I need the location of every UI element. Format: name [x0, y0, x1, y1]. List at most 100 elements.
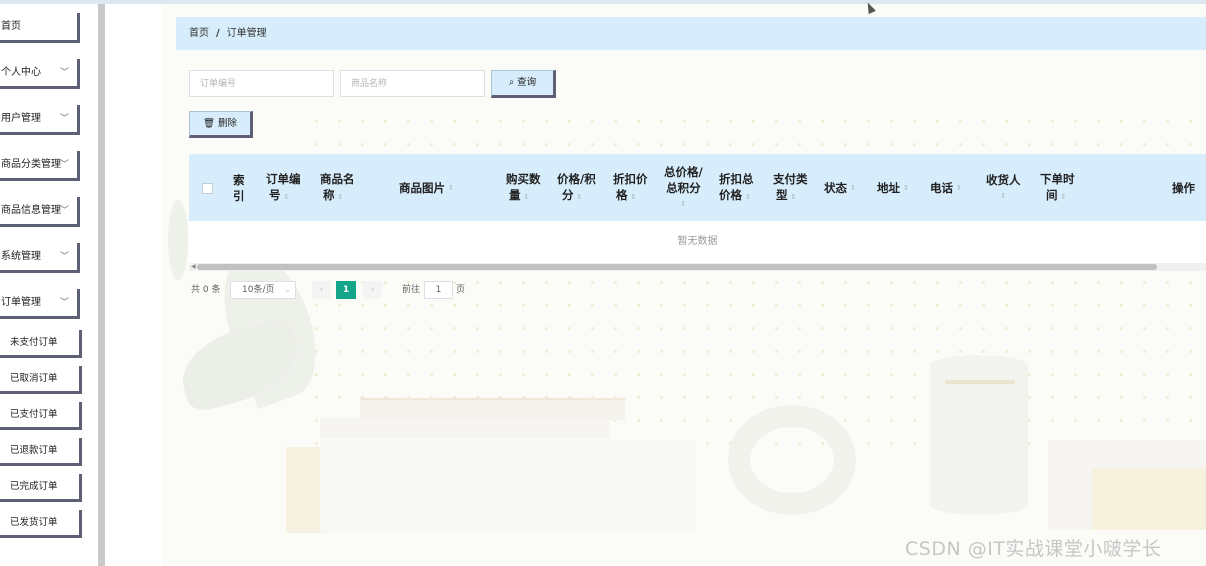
column-header-text: 购买数 — [506, 171, 541, 186]
breadcrumb: 首页 / 订单管理 — [176, 17, 1206, 50]
column-header-text: 总价格/ — [664, 164, 703, 179]
sidebar-subitem-paid-orders[interactable]: 已支付订单 — [0, 402, 82, 430]
sort-icon[interactable]: ⇕ — [903, 180, 909, 196]
column-header-text: 号 — [269, 187, 281, 202]
sort-icon[interactable]: ⇕ — [956, 180, 962, 196]
column-header-actions: 操作 — [1172, 154, 1195, 221]
sidebar-item-label: 系统管理 — [1, 251, 41, 262]
product-name-input[interactable] — [340, 70, 485, 97]
column-header-text: 索 — [233, 172, 245, 187]
column-header-phone[interactable]: 电话 ⇕ — [930, 154, 962, 221]
breadcrumb-home-link[interactable]: 首页 — [189, 17, 209, 50]
sort-icon[interactable]: ⇕ — [791, 193, 797, 201]
breadcrumb-separator: / — [216, 28, 220, 39]
column-header-text: 称 — [323, 187, 335, 202]
sidebar-subitem-label: 未支付订单 — [10, 337, 58, 348]
sidebar-item-label: 商品分类管理 — [1, 159, 61, 170]
column-header-order-number[interactable]: 订单编号 ⇕ — [266, 154, 301, 221]
sidebar-item-category-management[interactable]: 商品分类管理 ﹀ — [0, 151, 80, 181]
sort-icon[interactable]: ⇕ — [986, 188, 1021, 204]
sidebar-item-label: 首页 — [1, 21, 21, 32]
sidebar-scrollbar[interactable] — [98, 4, 105, 566]
goto-page-input[interactable]: 1 — [424, 281, 453, 299]
sidebar-subitem-label: 已退款订单 — [10, 445, 58, 456]
column-header-product-name[interactable]: 商品名称 ⇕ — [320, 154, 355, 221]
sort-icon[interactable]: ⇕ — [284, 193, 290, 201]
column-header-text: 折扣总 — [719, 171, 754, 186]
next-page-button[interactable]: › — [363, 281, 382, 299]
select-all-checkbox[interactable] — [202, 183, 213, 194]
column-header-text: 折扣价 — [613, 171, 648, 186]
decor-slab — [320, 418, 610, 438]
column-header-text: 量 — [509, 187, 521, 202]
sidebar-item-home[interactable]: 首页 — [0, 13, 80, 43]
sidebar-subitem-label: 已发货订单 — [10, 517, 58, 528]
sidebar-subitem-completed-orders[interactable]: 已完成订单 — [0, 474, 82, 502]
sidebar-item-label: 商品信息管理 — [1, 205, 61, 216]
sort-icon[interactable]: ⇕ — [1061, 193, 1067, 201]
sidebar-subitem-shipped-orders[interactable]: 已发货订单 — [0, 510, 82, 538]
decor-cylinder-rim — [945, 380, 1015, 384]
query-button[interactable]: ⌕ 查询 — [491, 70, 556, 98]
chevron-down-icon: ﹀ — [59, 114, 69, 124]
chevron-down-icon: ﹀ — [59, 160, 69, 170]
column-header-status[interactable]: 状态 ⇕ — [824, 154, 856, 221]
column-header-total-price[interactable]: 总价格/总积分 ⇕ — [664, 154, 703, 221]
sidebar-item-personal-center[interactable]: 个人中心 ﹀ — [0, 59, 80, 89]
sort-icon[interactable]: ⇕ — [745, 193, 751, 201]
decor-pot — [286, 447, 324, 533]
sidebar-item-product-management[interactable]: 商品信息管理 ﹀ — [0, 197, 80, 227]
search-icon: ⌕ — [508, 77, 515, 88]
column-header-product-image[interactable]: 商品图片 ⇕ — [399, 154, 454, 221]
column-header-text: 支付类 — [773, 171, 808, 186]
column-header-text: 引 — [233, 188, 245, 203]
sidebar-item-user-management[interactable]: 用户管理 ﹀ — [0, 105, 80, 135]
sidebar-subitem-refunded-orders[interactable]: 已退款订单 — [0, 438, 82, 466]
chevron-down-icon: ﹀ — [59, 68, 69, 78]
column-header-text: 型 — [776, 187, 788, 202]
sort-icon[interactable]: ⇕ — [577, 193, 583, 201]
sort-icon[interactable]: ⇕ — [524, 193, 530, 201]
column-header-index: 索引 — [233, 154, 245, 221]
delete-button-label: 删除 — [218, 118, 238, 129]
goto-label: 前往 — [402, 285, 421, 295]
sidebar-subitem-label: 已完成订单 — [10, 481, 58, 492]
column-header-discount-total[interactable]: 折扣总 价格 ⇕ — [719, 154, 754, 221]
page-size-select[interactable]: 10条/页 ⌄ — [230, 281, 296, 299]
sidebar-item-system-management[interactable]: 系统管理 ﹀ — [0, 243, 80, 273]
sidebar-item-label: 用户管理 — [1, 113, 41, 124]
scroll-left-arrow-icon[interactable]: ◀ — [191, 263, 196, 270]
sort-icon[interactable]: ⇕ — [631, 193, 637, 201]
column-header-text: 订单编 — [266, 171, 301, 186]
column-header-text: 下单时 — [1040, 171, 1075, 186]
chevron-down-icon: ﹀ — [59, 206, 69, 216]
decor-ring — [728, 405, 856, 515]
sort-icon[interactable]: ⇕ — [448, 180, 454, 196]
decor-block — [320, 440, 695, 532]
sidebar-item-order-management[interactable]: 订单管理 ﹀ — [0, 289, 80, 319]
column-header-order-time[interactable]: 下单时间 ⇕ — [1040, 154, 1075, 221]
sidebar-subitem-unpaid-orders[interactable]: 未支付订单 — [0, 330, 82, 358]
column-header-address[interactable]: 地址 ⇕ — [877, 154, 909, 221]
column-header-text: 价格 — [719, 187, 742, 202]
column-header-text: 总积分 — [666, 180, 701, 195]
sort-icon[interactable]: ⇕ — [850, 180, 856, 196]
sort-icon[interactable]: ⇕ — [664, 196, 703, 212]
column-header-text: 电话 — [930, 180, 953, 195]
prev-page-button[interactable]: ‹ — [312, 281, 331, 299]
column-header-quantity[interactable]: 购买数量 ⇕ — [506, 154, 541, 221]
sidebar-subitem-label: 已支付订单 — [10, 409, 58, 420]
page-number-current[interactable]: 1 — [336, 281, 356, 299]
watermark-text: CSDN @IT实战课堂小啵学长 — [905, 538, 1162, 560]
column-header-discount-price[interactable]: 折扣价格 ⇕ — [613, 154, 648, 221]
column-header-receiver[interactable]: 收货人 ⇕ — [986, 154, 1021, 221]
column-header-payment-type[interactable]: 支付类型 ⇕ — [773, 154, 808, 221]
delete-button[interactable]: 🗑 删除 — [189, 111, 253, 138]
scrollbar-thumb[interactable] — [197, 264, 1157, 270]
chevron-down-icon: ﹀ — [59, 252, 69, 262]
order-number-input[interactable] — [189, 70, 334, 97]
sort-icon[interactable]: ⇕ — [338, 193, 344, 201]
column-header-text: 价格/积 — [557, 171, 596, 186]
sidebar-subitem-cancelled-orders[interactable]: 已取消订单 — [0, 366, 82, 394]
column-header-price[interactable]: 价格/积分 ⇕ — [557, 154, 596, 221]
